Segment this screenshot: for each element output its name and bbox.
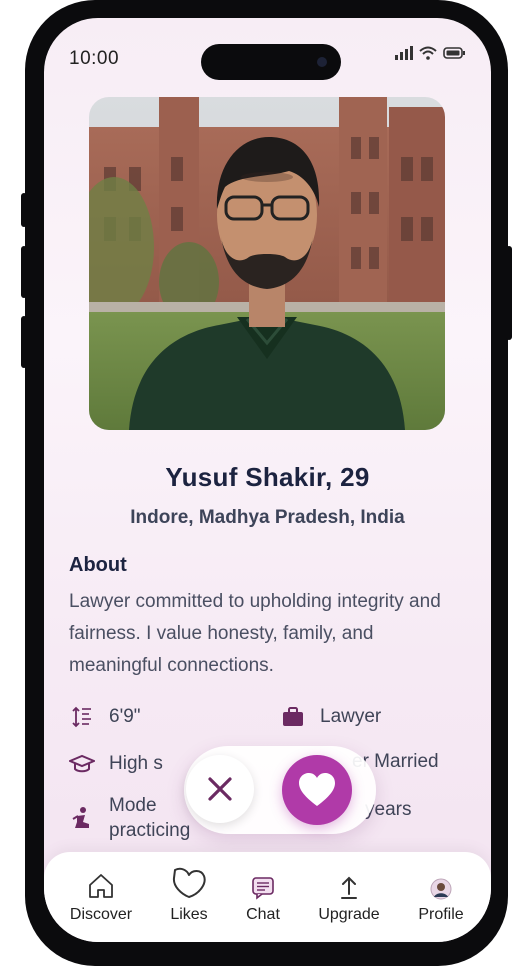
chat-icon bbox=[252, 877, 274, 900]
status-time: 10:00 bbox=[69, 48, 120, 69]
nav-label-upgrade: Upgrade bbox=[318, 906, 380, 923]
height-icon bbox=[69, 704, 95, 730]
attribute-height: 6'9" bbox=[69, 704, 141, 730]
avatar-icon bbox=[430, 878, 452, 900]
nav-label-profile: Profile bbox=[418, 906, 464, 923]
heart-icon bbox=[299, 773, 335, 806]
like-button[interactable] bbox=[282, 755, 352, 825]
nav-item-profile[interactable]: Profile bbox=[414, 860, 468, 924]
close-icon bbox=[208, 777, 232, 801]
battery-icon bbox=[443, 47, 465, 59]
home-icon bbox=[89, 874, 113, 898]
briefcase-icon bbox=[280, 704, 306, 730]
nav-label-discover: Discover bbox=[69, 906, 133, 923]
nav-item-upgrade[interactable]: Upgrade bbox=[316, 860, 382, 924]
volume-down-button bbox=[21, 316, 27, 368]
screen: 10:00 Yusuf Shakir, 29 Indore, Madhya Pr… bbox=[44, 18, 491, 942]
side-button bbox=[21, 193, 27, 227]
graduation-cap-icon bbox=[69, 751, 95, 777]
attribute-religiosity: Mode practicing bbox=[69, 793, 190, 843]
profile-name: Yusuf Shakir, 29 bbox=[165, 462, 370, 492]
pass-button[interactable] bbox=[186, 755, 254, 823]
profile-photo-image bbox=[89, 97, 445, 430]
power-button bbox=[506, 246, 512, 340]
dynamic-island bbox=[201, 44, 341, 80]
nav-label-chat: Chat bbox=[246, 906, 280, 923]
camera-icon bbox=[317, 57, 327, 67]
nav-label-likes: Likes bbox=[170, 906, 208, 923]
nav-item-chat[interactable]: Chat bbox=[240, 860, 286, 924]
praying-person-icon bbox=[69, 805, 95, 831]
about-text: Lawyer committed to upholding integrity … bbox=[69, 591, 441, 676]
signal-icon bbox=[395, 46, 413, 60]
religiosity-line2: practicing bbox=[109, 820, 191, 841]
status-icons bbox=[395, 46, 465, 60]
profile-photo[interactable] bbox=[89, 97, 445, 430]
bottom-nav: Discover Likes Chat Upgrade Profile bbox=[44, 852, 491, 942]
upload-arrow-icon bbox=[341, 876, 357, 899]
attribute-profession: Lawyer bbox=[280, 704, 381, 730]
attribute-education: High s bbox=[69, 751, 163, 777]
nav-item-likes[interactable]: Likes bbox=[164, 860, 214, 924]
volume-up-button bbox=[21, 246, 27, 298]
profile-location: Indore, Madhya Pradesh, India bbox=[130, 507, 405, 528]
heart-outline-icon bbox=[172, 867, 206, 898]
height-value: 6'9" bbox=[109, 706, 141, 727]
nav-item-discover[interactable]: Discover bbox=[70, 860, 132, 924]
profession-value: Lawyer bbox=[320, 706, 382, 727]
religiosity-line1: Mode bbox=[109, 795, 157, 816]
wifi-icon bbox=[419, 46, 437, 60]
education-value: High s bbox=[109, 753, 163, 774]
about-heading: About bbox=[69, 554, 127, 576]
